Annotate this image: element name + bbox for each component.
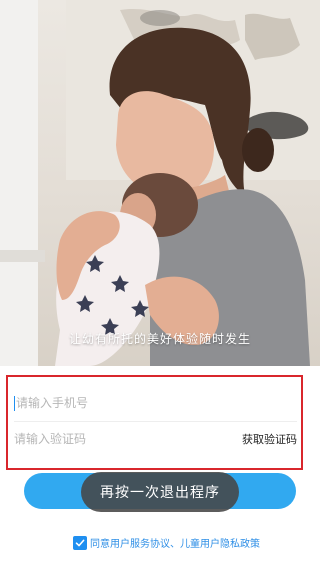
- verification-code-input[interactable]: [14, 429, 242, 449]
- exit-toast: 再按一次退出程序: [81, 472, 239, 512]
- hero-image: 让幼有所托的美好体验随时发生: [0, 0, 320, 366]
- login-form: 获取验证码: [6, 375, 303, 470]
- code-row: 获取验证码: [14, 421, 297, 457]
- phone-row: [14, 385, 297, 422]
- get-code-button[interactable]: 获取验证码: [242, 431, 297, 447]
- login-page: 让幼有所托的美好体验随时发生 获取验证码 再按一次退出程序 同意用户服务协议、儿…: [0, 0, 320, 569]
- agreement-checkbox[interactable]: [73, 535, 87, 550]
- check-icon: [75, 539, 85, 546]
- hero-caption: 让幼有所托的美好体验随时发生: [68, 332, 251, 346]
- phone-input[interactable]: [16, 393, 297, 413]
- text-cursor: [14, 395, 15, 411]
- mother-baby-photo: [0, 0, 320, 366]
- agreement-row: 同意用户服务协议、儿童用户隐私政策: [73, 535, 260, 550]
- agreement-text[interactable]: 同意用户服务协议、儿童用户隐私政策: [90, 535, 260, 550]
